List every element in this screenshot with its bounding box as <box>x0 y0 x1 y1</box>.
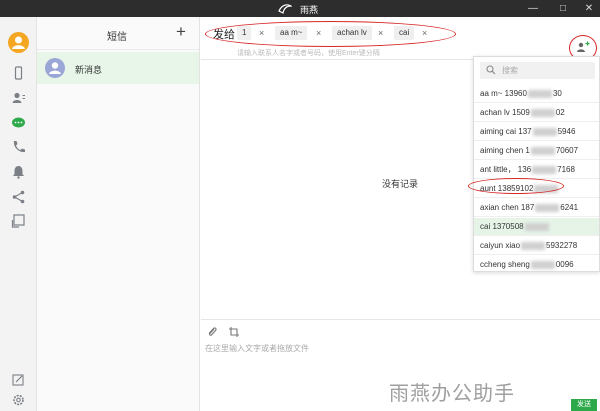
contacts-icon[interactable] <box>11 91 26 105</box>
annotation-ellipse <box>468 178 564 194</box>
contact-name: aiming chen 1 <box>480 146 530 155</box>
contact-search-input[interactable]: 搜索 <box>480 62 595 79</box>
conversation-list-header: 短信 + <box>37 17 199 50</box>
user-avatar-icon <box>12 36 25 49</box>
redaction-blur <box>530 146 555 155</box>
screenshot-icon[interactable] <box>228 326 240 338</box>
conversation-name: 新消息 <box>75 65 103 75</box>
recipient-hint: 请输入联系人名字或者号码，使用Enter键分隔 <box>237 50 380 57</box>
redaction-blur <box>521 241 546 250</box>
maximize-button[interactable]: □ <box>552 0 574 17</box>
close-button[interactable]: ✕ <box>578 0 600 17</box>
nav-rail <box>0 17 37 411</box>
message-icon[interactable] <box>11 116 26 130</box>
contact-row[interactable]: aiming cai 137 5946 <box>474 123 599 141</box>
contact-dropdown: 搜索 aa m~ 13960 30 achan lv 1509 02 aiming … <box>473 56 600 272</box>
contact-name: aa m~ 13960 <box>480 89 527 98</box>
new-message-button[interactable]: + <box>176 22 186 42</box>
watermark-text: 雨燕办公助手 <box>389 381 515 405</box>
phone-icon[interactable] <box>11 66 26 80</box>
contact-row[interactable]: achan lv 1509 02 <box>474 104 599 122</box>
title-bar: 雨燕 — □ ✕ <box>0 0 600 17</box>
contact-number-tail: 70607 <box>555 146 579 155</box>
contact-number-tail: 02 <box>555 108 565 117</box>
contact-name: ccheng sheng <box>480 260 530 269</box>
contact-name: ant little， 136 <box>480 165 532 174</box>
minimize-button[interactable]: — <box>522 0 544 17</box>
contact-avatar <box>45 58 65 78</box>
user-avatar[interactable] <box>8 32 29 53</box>
app-logo-icon <box>278 4 292 14</box>
redaction-blur <box>527 89 552 98</box>
empty-state-text: 没有记录 <box>382 179 419 189</box>
conversation-list-title: 短信 <box>107 32 127 43</box>
conversation-list: 短信 + 新消息 <box>37 17 200 411</box>
bell-icon[interactable] <box>11 165 26 179</box>
redaction-blur <box>535 203 560 212</box>
cast-icon[interactable] <box>11 214 26 228</box>
contact-number-tail: 7168 <box>557 165 575 174</box>
conversation-item[interactable]: 新消息 <box>37 52 199 84</box>
contact-name: axian chen 187 <box>480 203 535 212</box>
contact-number-tail: 6241 <box>560 203 579 212</box>
contact-number-tail: 5932278 <box>546 241 578 250</box>
contact-name: caiyun xiao <box>480 241 521 250</box>
recipient-bar[interactable]: 发给 1 × aa m~ × achan lv × cai × 请输入联系人名字… <box>201 17 600 61</box>
share-icon[interactable] <box>11 190 26 204</box>
contact-row[interactable]: caiyun xiao 5932278 <box>474 237 599 255</box>
annotation-ellipse <box>205 21 456 47</box>
contact-row-selected[interactable]: cai 1370508 <box>474 218 599 236</box>
contact-number-tail: 0096 <box>555 260 574 269</box>
redaction-blur <box>532 127 557 136</box>
contact-row[interactable]: aiming chen 1 70607 <box>474 142 599 160</box>
redaction-blur <box>524 222 549 231</box>
call-icon[interactable] <box>11 140 26 154</box>
edit-icon[interactable] <box>11 373 26 387</box>
contact-row[interactable]: aa m~ 13960 30 <box>474 85 599 103</box>
redaction-blur <box>532 165 557 174</box>
contact-number-tail: 5946 <box>557 127 576 136</box>
redaction-blur <box>530 108 555 117</box>
message-composer[interactable]: 在这里输入文字或者拖放文件 雨燕办公助手 发送 <box>201 319 600 411</box>
redaction-blur <box>530 260 555 269</box>
search-icon <box>486 65 496 75</box>
settings-icon[interactable] <box>11 393 26 407</box>
contact-row[interactable]: ant little， 136 7168 <box>474 161 599 179</box>
contact-name: achan lv 1509 <box>480 108 530 117</box>
person-icon <box>49 62 61 74</box>
contact-number-tail: 30 <box>552 89 562 98</box>
contact-row[interactable]: axian chen 187 6241 <box>474 199 599 217</box>
send-button[interactable]: 发送 <box>571 399 597 411</box>
window-title: 雨燕 <box>300 5 319 15</box>
message-input-placeholder: 在这里输入文字或者拖放文件 <box>205 344 309 353</box>
contact-name: cai 1370508 <box>480 222 524 231</box>
attachment-icon[interactable] <box>206 326 218 338</box>
contact-row[interactable]: ccheng sheng 0096 <box>474 256 599 271</box>
contact-search-placeholder: 搜索 <box>502 66 518 75</box>
contact-name: aiming cai 137 <box>480 127 532 136</box>
